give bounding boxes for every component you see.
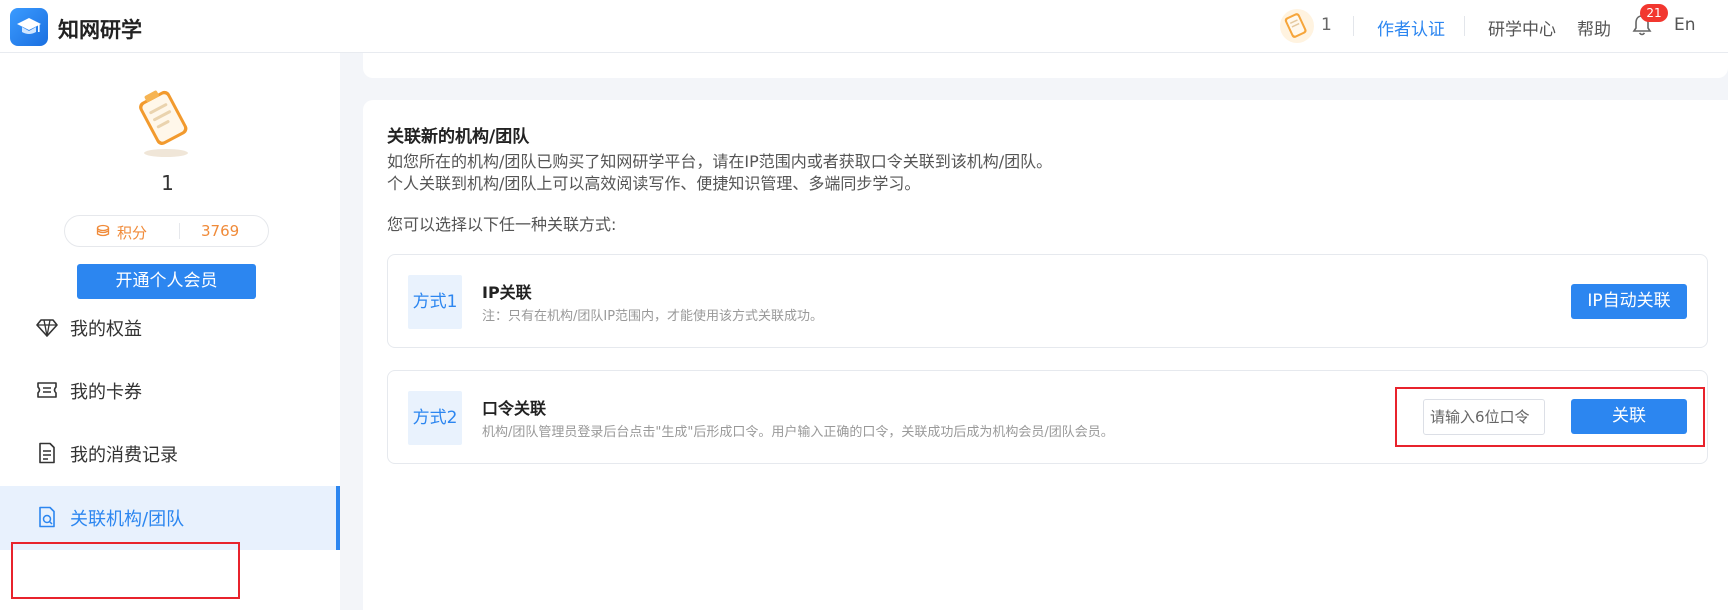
method-note: 注：只有在机构/团队IP范围内，才能使用该方式关联成功。 (482, 309, 824, 324)
method-tag: 方式1 (408, 275, 462, 329)
method-title: IP关联 (482, 283, 532, 302)
coin-icon (96, 224, 110, 237)
highlight-box (1395, 387, 1705, 447)
notification-badge: 21 (1640, 4, 1668, 22)
sidebar-item-label: 关联机构/团队 (70, 509, 185, 530)
ip-auto-link-button[interactable]: IP自动关联 (1571, 284, 1687, 319)
top-header: 知网研学 1 作者认证 研学中心 帮助 21 En (0, 0, 1728, 53)
method-tag: 方式2 (408, 391, 462, 445)
document-icon (39, 442, 55, 464)
section-title: 关联新的机构/团队 (387, 127, 530, 147)
sidebar-item-coupons[interactable]: 我的卡券 (0, 359, 340, 423)
points-pill[interactable]: 积分 3769 (64, 215, 269, 247)
sidebar-item-label: 我的消费记录 (70, 445, 178, 466)
points-label: 积分 (117, 224, 148, 242)
language-switch[interactable]: En (1674, 15, 1696, 35)
sidebar-user-name: 1 (161, 171, 174, 195)
sidebar-item-link-org[interactable]: 关联机构/团队 (0, 486, 340, 550)
header-user-name[interactable]: 1 (1321, 15, 1332, 35)
divider (179, 223, 180, 239)
divider (1464, 16, 1465, 36)
points-value: 3769 (201, 222, 240, 240)
description-line-2: 个人关联到机构/团队上可以高效阅读写作、便捷知识管理、多端同步学习。 (387, 174, 921, 193)
research-center-link[interactable]: 研学中心 (1488, 15, 1556, 40)
sidebar: 1 积分 3769 开通个人会员 我的权益 我的卡券 我的消费记录 关联机构/团… (0, 53, 340, 610)
sidebar-item-label: 我的卡券 (70, 382, 142, 403)
logo-icon[interactable] (10, 8, 48, 46)
author-cert-link[interactable]: 作者认证 (1377, 15, 1445, 40)
method-title: 口令关联 (482, 399, 547, 418)
active-indicator (336, 486, 340, 550)
method-ip-card: 方式1 IP关联 注：只有在机构/团队IP范围内，才能使用该方式关联成功。 IP… (387, 254, 1708, 348)
sidebar-item-benefits[interactable]: 我的权益 (0, 296, 340, 360)
highlight-box (11, 542, 240, 599)
avatar-icon[interactable] (1279, 8, 1315, 44)
user-avatar (139, 90, 188, 157)
brand-name[interactable]: 知网研学 (58, 14, 142, 44)
method-note: 机构/团队管理员登录后台点击"生成"后形成口令。用户输入正确的口令，关联成功后成… (482, 425, 1114, 440)
choose-method-text: 您可以选择以下任一种关联方式: (387, 215, 617, 234)
top-card (363, 53, 1728, 78)
open-vip-button[interactable]: 开通个人会员 (77, 264, 256, 299)
help-link[interactable]: 帮助 (1577, 15, 1611, 40)
description-line-1: 如您所在的机构/团队已购买了知网研学平台，请在IP范围内或者获取口令关联到该机构… (387, 152, 1053, 171)
sidebar-item-label: 我的权益 (70, 319, 142, 340)
divider (1353, 16, 1354, 36)
ticket-icon (37, 382, 57, 398)
diamond-icon (36, 319, 58, 337)
link-document-icon (39, 506, 55, 528)
sidebar-item-records[interactable]: 我的消费记录 (0, 422, 340, 486)
